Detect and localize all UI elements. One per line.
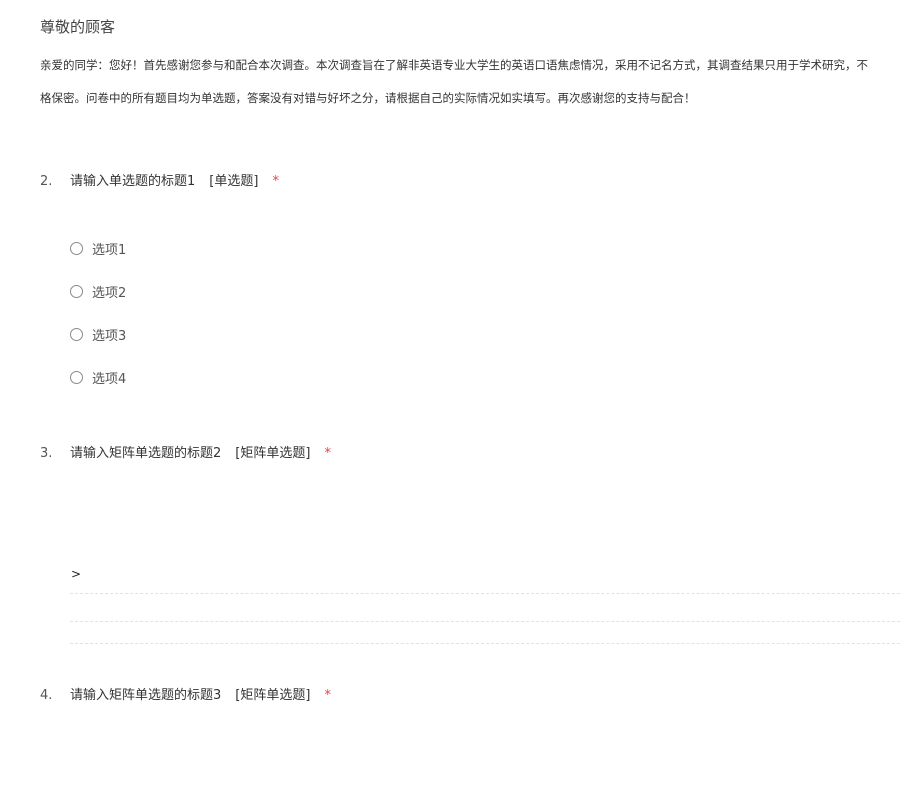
required-mark: * [272,174,279,189]
required-mark: * [324,446,331,461]
radio-button[interactable] [70,241,83,255]
question-number: 3. [40,446,53,461]
option-label: 选项3 [92,328,127,344]
question-number: 4. [40,688,53,703]
matrix-row-divider [70,593,900,594]
matrix-row-divider [70,621,900,622]
question-type: [单选题] [209,174,259,189]
required-mark: * [324,688,331,703]
option-2[interactable]: 选项2 [70,282,127,301]
survey-greeting: 尊敬的顾客 [40,18,116,36]
survey-intro-line-2: 格保密。问卷中的所有题目均为单选题，答案没有对错与好坏之分，请根据自己的实际情况… [40,91,696,105]
matrix-row-marker: > [71,567,82,581]
radio-button[interactable] [70,327,83,341]
question-title: 请输入矩阵单选题的标题3 [70,688,222,703]
question-number: 2. [40,174,53,189]
question-title: 请输入单选题的标题1 [70,174,196,189]
option-4[interactable]: 选项4 [70,368,127,387]
question-type: [矩阵单选题] [235,446,311,461]
question-title: 请输入矩阵单选题的标题2 [70,446,222,461]
option-label: 选项4 [92,371,127,387]
radio-button[interactable] [70,370,83,384]
matrix-row-divider [70,643,900,644]
option-1[interactable]: 选项1 [70,239,127,258]
question-2-header: 2. 请输入单选题的标题1 [单选题] * [40,170,279,189]
radio-button[interactable] [70,284,83,298]
question-type: [矩阵单选题] [235,688,311,703]
question-3-header: 3. 请输入矩阵单选题的标题2 [矩阵单选题] * [40,442,331,461]
option-label: 选项1 [92,242,127,258]
option-label: 选项2 [92,285,127,301]
survey-intro-line-1: 亲爱的同学：您好！首先感谢您参与和配合本次调查。本次调查旨在了解非英语专业大学生… [40,58,868,72]
question-4-header: 4. 请输入矩阵单选题的标题3 [矩阵单选题] * [40,684,331,703]
option-3[interactable]: 选项3 [70,325,127,344]
